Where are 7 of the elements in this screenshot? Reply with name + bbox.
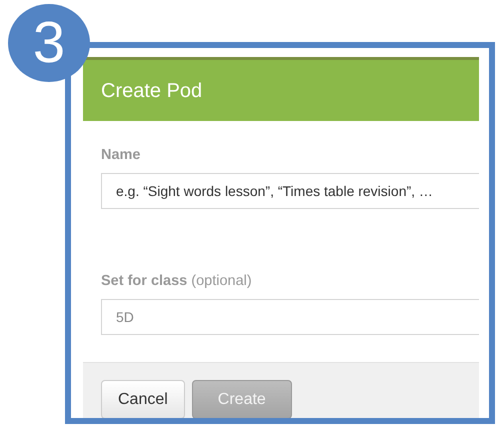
field-label: Name: [101, 146, 142, 165]
input-field[interactable]: 5D: [101, 298, 479, 334]
input-field[interactable]: e.g. “Sight words lesson”, “Times table revision”, …: [101, 172, 479, 209]
step-number-badge: 3: [8, 4, 90, 82]
cancel-button[interactable]: Cancel: [101, 380, 185, 418]
field-label: Set for class (optional): [101, 272, 253, 291]
dialog-title: Create Pod: [83, 57, 479, 121]
